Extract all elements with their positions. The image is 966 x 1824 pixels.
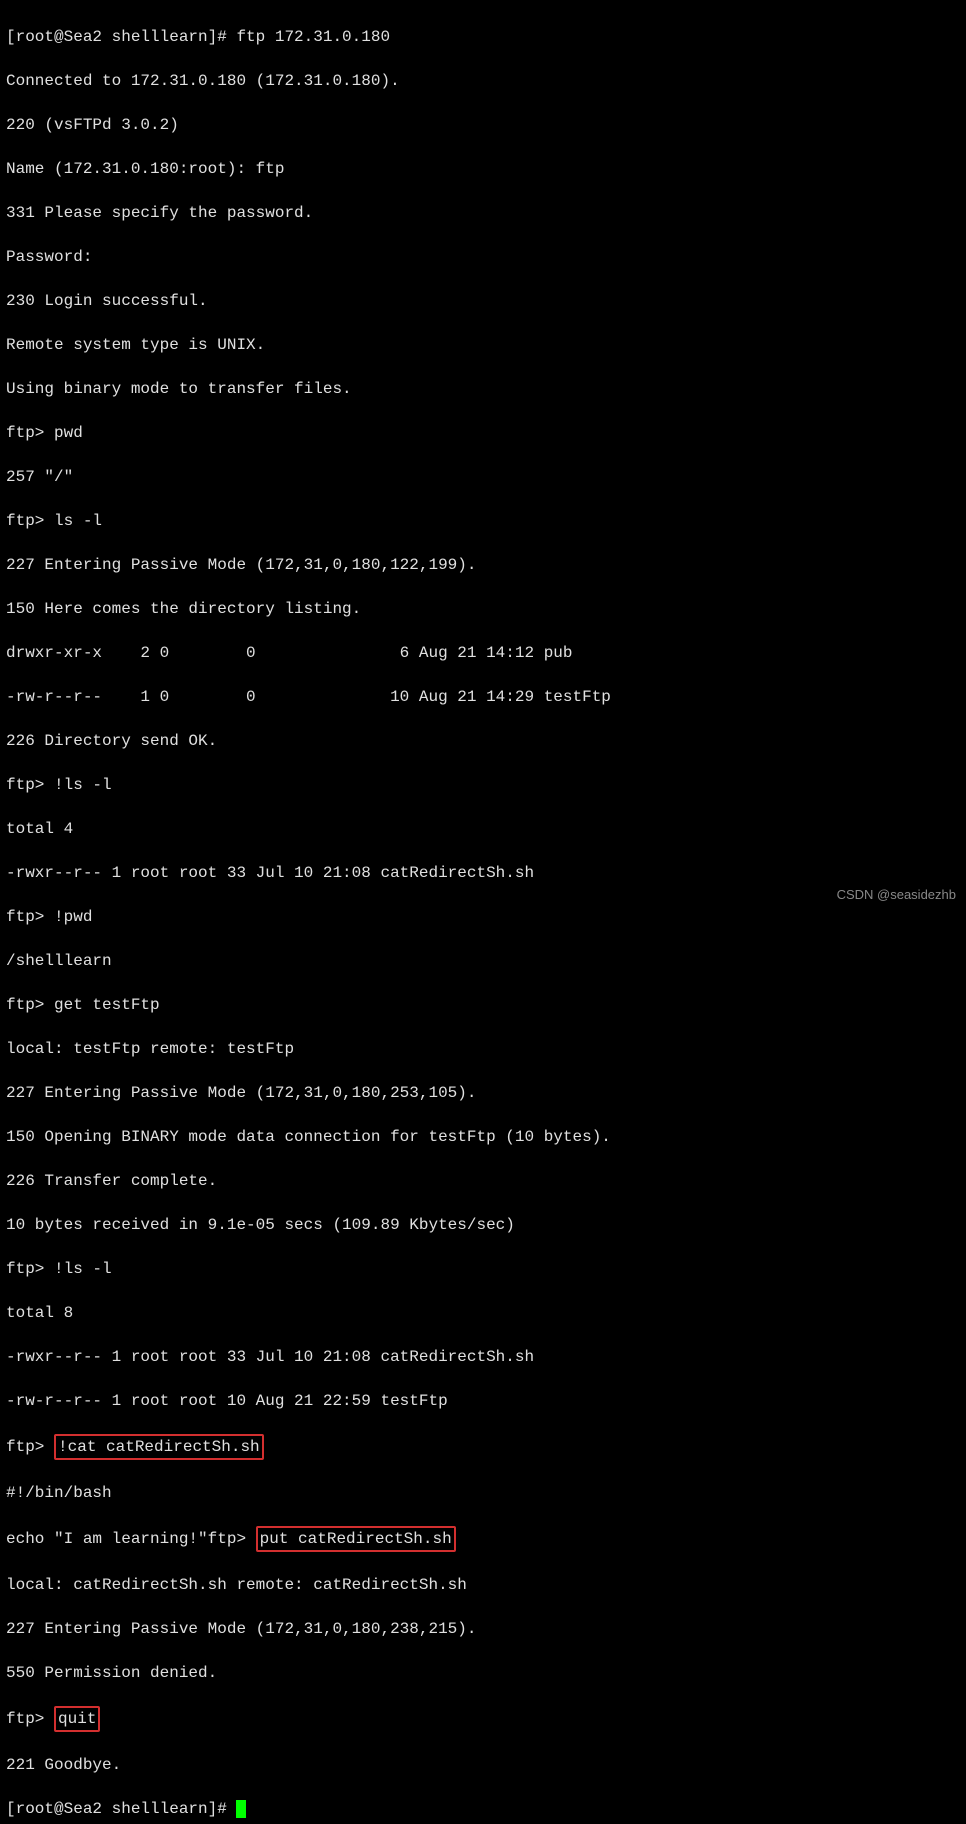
terminal-output[interactable]: [root@Sea2 shelllearn]# ftp 172.31.0.180… <box>6 4 960 1824</box>
terminal-line: ftp> !ls -l <box>6 1258 960 1280</box>
cursor-icon <box>236 1800 246 1818</box>
terminal-line: total 8 <box>6 1302 960 1324</box>
terminal-line: Name (172.31.0.180:root): ftp <box>6 158 960 180</box>
shell-prompt: [root@Sea2 shelllearn]# <box>6 1800 236 1818</box>
terminal-line: ftp> !ls -l <box>6 774 960 796</box>
terminal-line: ftp> !pwd <box>6 906 960 928</box>
terminal-line: -rw-r--r-- 1 root root 10 Aug 21 22:59 t… <box>6 1390 960 1412</box>
terminal-line: local: catRedirectSh.sh remote: catRedir… <box>6 1574 960 1596</box>
terminal-line: -rwxr--r-- 1 root root 33 Jul 10 21:08 c… <box>6 862 960 884</box>
terminal-line: Password: <box>6 246 960 268</box>
highlighted-command-put: put catRedirectSh.sh <box>256 1526 456 1552</box>
terminal-line: 150 Opening BINARY mode data connection … <box>6 1126 960 1148</box>
watermark-text: CSDN @seasidezhb <box>837 884 956 906</box>
terminal-line: 221 Goodbye. <box>6 1754 960 1776</box>
terminal-line: ftp> pwd <box>6 422 960 444</box>
terminal-line: -rwxr--r-- 1 root root 33 Jul 10 21:08 c… <box>6 1346 960 1368</box>
terminal-line: 226 Directory send OK. <box>6 730 960 752</box>
terminal-line: 10 bytes received in 9.1e-05 secs (109.8… <box>6 1214 960 1236</box>
terminal-line: 331 Please specify the password. <box>6 202 960 224</box>
echo-output-and-prompt: echo "I am learning!"ftp> <box>6 1530 256 1548</box>
terminal-line: ftp> get testFtp <box>6 994 960 1016</box>
terminal-line: 220 (vsFTPd 3.0.2) <box>6 114 960 136</box>
terminal-line: 230 Login successful. <box>6 290 960 312</box>
terminal-line: -rw-r--r-- 1 0 0 10 Aug 21 14:29 testFtp <box>6 686 960 708</box>
terminal-line: 550 Permission denied. <box>6 1662 960 1684</box>
terminal-line: 226 Transfer complete. <box>6 1170 960 1192</box>
terminal-prompt-line[interactable]: [root@Sea2 shelllearn]# <box>6 1798 960 1820</box>
terminal-line: ftp> ls -l <box>6 510 960 532</box>
ftp-prompt: ftp> <box>6 1438 54 1456</box>
terminal-line: 150 Here comes the directory listing. <box>6 598 960 620</box>
terminal-line: #!/bin/bash <box>6 1482 960 1504</box>
terminal-line: ftp> !cat catRedirectSh.sh <box>6 1434 960 1460</box>
terminal-line: echo "I am learning!"ftp> put catRedirec… <box>6 1526 960 1552</box>
terminal-line: [root@Sea2 shelllearn]# ftp 172.31.0.180 <box>6 26 960 48</box>
terminal-line: 227 Entering Passive Mode (172,31,0,180,… <box>6 1082 960 1104</box>
terminal-line: 227 Entering Passive Mode (172,31,0,180,… <box>6 554 960 576</box>
highlighted-command-quit: quit <box>54 1706 100 1732</box>
terminal-line: Connected to 172.31.0.180 (172.31.0.180)… <box>6 70 960 92</box>
terminal-line: Remote system type is UNIX. <box>6 334 960 356</box>
terminal-line: /shelllearn <box>6 950 960 972</box>
terminal-line: drwxr-xr-x 2 0 0 6 Aug 21 14:12 pub <box>6 642 960 664</box>
terminal-line: ftp> quit <box>6 1706 960 1732</box>
terminal-line: 227 Entering Passive Mode (172,31,0,180,… <box>6 1618 960 1640</box>
highlighted-command-cat: !cat catRedirectSh.sh <box>54 1434 264 1460</box>
terminal-line: local: testFtp remote: testFtp <box>6 1038 960 1060</box>
terminal-line: Using binary mode to transfer files. <box>6 378 960 400</box>
terminal-line: 257 "/" <box>6 466 960 488</box>
ftp-prompt: ftp> <box>6 1710 54 1728</box>
terminal-line: total 4 <box>6 818 960 840</box>
